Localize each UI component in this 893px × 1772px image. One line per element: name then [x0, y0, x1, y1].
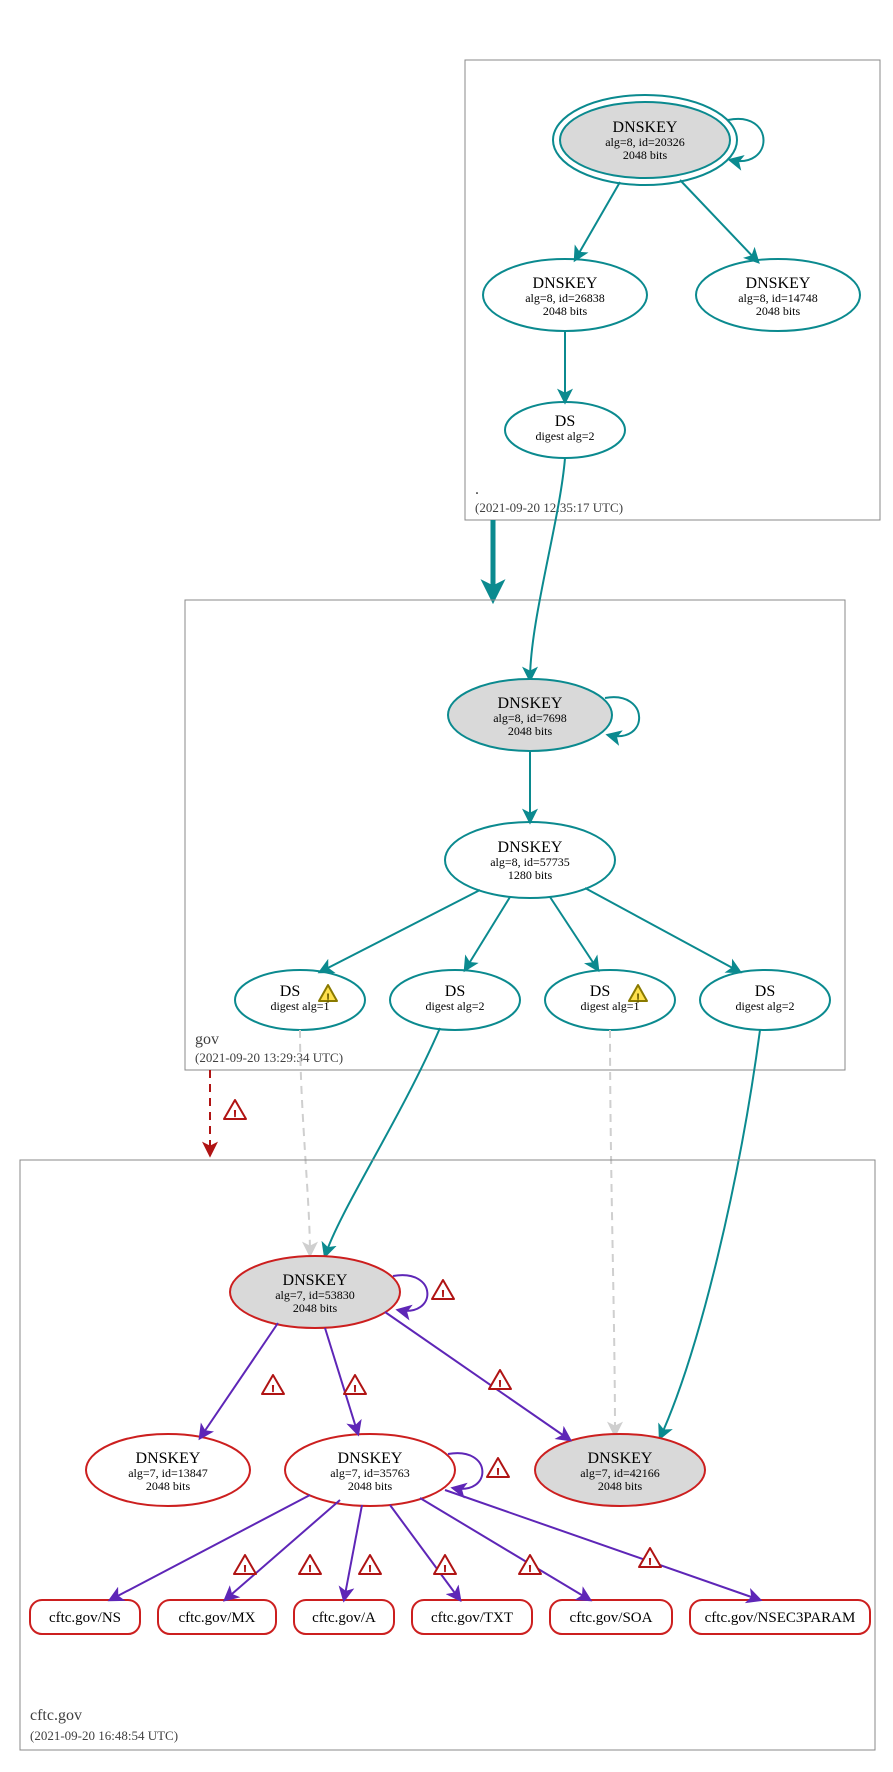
rr-txt: cftc.gov/TXT	[412, 1600, 532, 1634]
rr-nsec3param: cftc.gov/NSEC3PARAM	[690, 1600, 870, 1634]
svg-text:alg=7, id=53830: alg=7, id=53830	[275, 1288, 355, 1302]
warn-icon: !	[487, 1458, 509, 1482]
svg-text:DNSKEY: DNSKEY	[498, 695, 563, 712]
zone-root-name: .	[475, 481, 479, 498]
svg-text:cftc.gov/A: cftc.gov/A	[312, 1610, 376, 1626]
node-root-dnskey-14748: DNSKEY alg=8, id=14748 2048 bits	[696, 259, 860, 331]
dnssec-diagram: . (2021-09-20 12:35:17 UTC) DNSKEY alg=8…	[0, 0, 893, 1772]
svg-text:2048 bits: 2048 bits	[756, 304, 801, 318]
node-gov-ds-2b: DS digest alg=2	[700, 970, 830, 1030]
svg-text:!: !	[496, 1465, 501, 1482]
warn-icon: !	[432, 1280, 454, 1304]
svg-text:cftc.gov/NS: cftc.gov/NS	[49, 1610, 121, 1626]
svg-text:digest alg=2: digest alg=2	[425, 999, 484, 1013]
svg-text:alg=7, id=13847: alg=7, id=13847	[128, 1466, 208, 1480]
warn-icon: !	[359, 1555, 381, 1579]
svg-text:DNSKEY: DNSKEY	[746, 275, 811, 292]
rr-a: cftc.gov/A	[294, 1600, 394, 1634]
rr-soa: cftc.gov/SOA	[550, 1600, 672, 1634]
svg-text:2048 bits: 2048 bits	[543, 304, 588, 318]
rr-row: cftc.gov/NS cftc.gov/MX cftc.gov/A cftc.…	[30, 1600, 870, 1634]
svg-text:DS: DS	[590, 983, 610, 1000]
svg-text:cftc.gov/SOA: cftc.gov/SOA	[570, 1610, 653, 1626]
svg-text:2048 bits: 2048 bits	[348, 1479, 393, 1493]
node-cftc-dnskey-42166: DNSKEY alg=7, id=42166 2048 bits	[535, 1434, 705, 1506]
svg-text:digest alg=2: digest alg=2	[535, 429, 594, 443]
node-gov-ds-1a: DS digest alg=1	[235, 970, 365, 1030]
svg-text:DS: DS	[445, 983, 465, 1000]
svg-text:DNSKEY: DNSKEY	[283, 1272, 348, 1289]
node-root-ds: DS digest alg=2	[505, 402, 625, 458]
svg-text:alg=7, id=35763: alg=7, id=35763	[330, 1466, 410, 1480]
svg-text:!: !	[308, 1562, 313, 1579]
svg-text:DNSKEY: DNSKEY	[533, 275, 598, 292]
svg-text:!: !	[243, 1562, 248, 1579]
warn-icon: !	[299, 1555, 321, 1579]
warn-icon: !	[434, 1555, 456, 1579]
svg-text:DNSKEY: DNSKEY	[613, 119, 678, 136]
svg-text:alg=8, id=20326: alg=8, id=20326	[605, 135, 685, 149]
svg-text:2048 bits: 2048 bits	[598, 1479, 643, 1493]
node-cftc-dnskey-53830: DNSKEY alg=7, id=53830 2048 bits	[230, 1256, 400, 1328]
rr-ns: cftc.gov/NS	[30, 1600, 140, 1634]
svg-text:DS: DS	[755, 983, 775, 1000]
svg-text:DNSKEY: DNSKEY	[136, 1450, 201, 1467]
warn-icon: !	[262, 1375, 284, 1399]
node-cftc-dnskey-35763: DNSKEY alg=7, id=35763 2048 bits	[285, 1434, 455, 1506]
node-gov-dnskey-7698: DNSKEY alg=8, id=7698 2048 bits	[448, 679, 612, 751]
svg-text:alg=8, id=57735: alg=8, id=57735	[490, 855, 570, 869]
svg-text:1280 bits: 1280 bits	[508, 868, 553, 882]
node-gov-dnskey-57735: DNSKEY alg=8, id=57735 1280 bits	[445, 822, 615, 898]
svg-text:cftc.gov/MX: cftc.gov/MX	[178, 1610, 255, 1626]
node-gov-ds-2a: DS digest alg=2	[390, 970, 520, 1030]
zone-cftc-name: cftc.gov	[30, 1707, 82, 1724]
svg-text:!: !	[233, 1107, 238, 1124]
edge-ds2b-to-42166	[660, 1030, 760, 1438]
svg-text:DNSKEY: DNSKEY	[588, 1450, 653, 1467]
warn-icon: !	[639, 1548, 661, 1572]
svg-text:!: !	[271, 1382, 276, 1399]
edge-ds1b-to-42166	[610, 1030, 615, 1435]
svg-text:!: !	[353, 1382, 358, 1399]
svg-text:DS: DS	[555, 413, 575, 430]
zone-gov-name: gov	[195, 1031, 219, 1048]
svg-text:!: !	[326, 990, 330, 1005]
svg-text:alg=8, id=7698: alg=8, id=7698	[493, 711, 567, 725]
rr-mx: cftc.gov/MX	[158, 1600, 276, 1634]
svg-text:!: !	[443, 1562, 448, 1579]
node-cftc-dnskey-13847: DNSKEY alg=7, id=13847 2048 bits	[86, 1434, 250, 1506]
svg-text:2048 bits: 2048 bits	[623, 148, 668, 162]
warn-icon: !	[224, 1100, 246, 1124]
zone-root: . (2021-09-20 12:35:17 UTC) DNSKEY alg=8…	[465, 60, 880, 520]
svg-text:digest alg=2: digest alg=2	[735, 999, 794, 1013]
svg-text:2048 bits: 2048 bits	[293, 1301, 338, 1315]
warn-icon: !	[344, 1375, 366, 1399]
svg-text:!: !	[441, 1287, 446, 1304]
svg-text:!: !	[636, 990, 640, 1005]
svg-text:alg=7, id=42166: alg=7, id=42166	[580, 1466, 660, 1480]
svg-text:DNSKEY: DNSKEY	[338, 1450, 403, 1467]
svg-text:!: !	[648, 1555, 653, 1572]
node-root-dnskey-26838: DNSKEY alg=8, id=26838 2048 bits	[483, 259, 647, 331]
svg-text:2048 bits: 2048 bits	[508, 724, 553, 738]
zone-gov: gov (2021-09-20 13:29:34 UTC) DNSKEY alg…	[185, 458, 845, 1070]
warn-icon: !	[489, 1370, 511, 1394]
svg-text:DS: DS	[280, 983, 300, 1000]
svg-text:DNSKEY: DNSKEY	[498, 839, 563, 856]
svg-text:!: !	[498, 1377, 503, 1394]
svg-text:alg=8, id=26838: alg=8, id=26838	[525, 291, 605, 305]
zone-root-time: (2021-09-20 12:35:17 UTC)	[475, 500, 623, 515]
zone-gov-time: (2021-09-20 13:29:34 UTC)	[195, 1050, 343, 1065]
node-gov-ds-1b: DS digest alg=1	[545, 970, 675, 1030]
svg-text:!: !	[368, 1562, 373, 1579]
node-root-dnskey-20326: DNSKEY alg=8, id=20326 2048 bits	[553, 95, 737, 185]
svg-text:cftc.gov/NSEC3PARAM: cftc.gov/NSEC3PARAM	[705, 1610, 856, 1626]
svg-text:!: !	[528, 1562, 533, 1579]
svg-text:2048 bits: 2048 bits	[146, 1479, 191, 1493]
zone-cftc: cftc.gov (2021-09-20 16:48:54 UTC) DNSKE…	[20, 1160, 875, 1750]
zone-cftc-time: (2021-09-20 16:48:54 UTC)	[30, 1728, 178, 1743]
svg-text:cftc.gov/TXT: cftc.gov/TXT	[431, 1610, 513, 1626]
svg-text:alg=8, id=14748: alg=8, id=14748	[738, 291, 818, 305]
